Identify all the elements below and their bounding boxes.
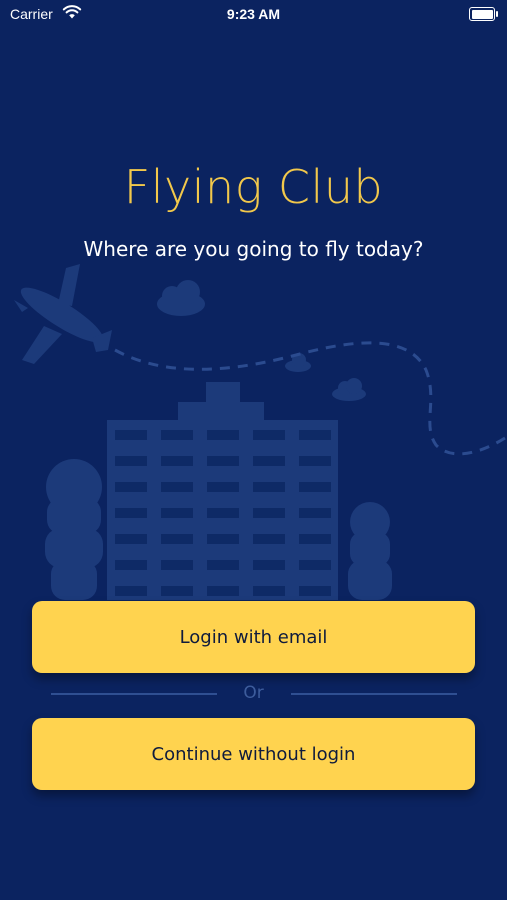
or-divider: Or (0, 682, 507, 706)
airplane-icon (14, 264, 112, 364)
login-with-email-button[interactable]: Login with email (32, 601, 475, 673)
continue-without-login-button[interactable]: Continue without login (32, 718, 475, 790)
clock: 9:23 AM (226, 6, 281, 22)
battery-icon (469, 7, 498, 21)
page-subtitle: Where are you going to fly today? (83, 237, 424, 261)
app-title: Flying Club (123, 160, 384, 214)
divider-line-right (291, 693, 457, 695)
flight-illustration (14, 264, 506, 600)
status-bar: Carrier 9:23 AM (0, 0, 507, 28)
cloud-icon (332, 378, 366, 401)
cloud-icon (157, 280, 205, 316)
tree-icon (348, 502, 392, 600)
battery-level-fill (471, 9, 493, 19)
tree-icon (45, 459, 103, 600)
